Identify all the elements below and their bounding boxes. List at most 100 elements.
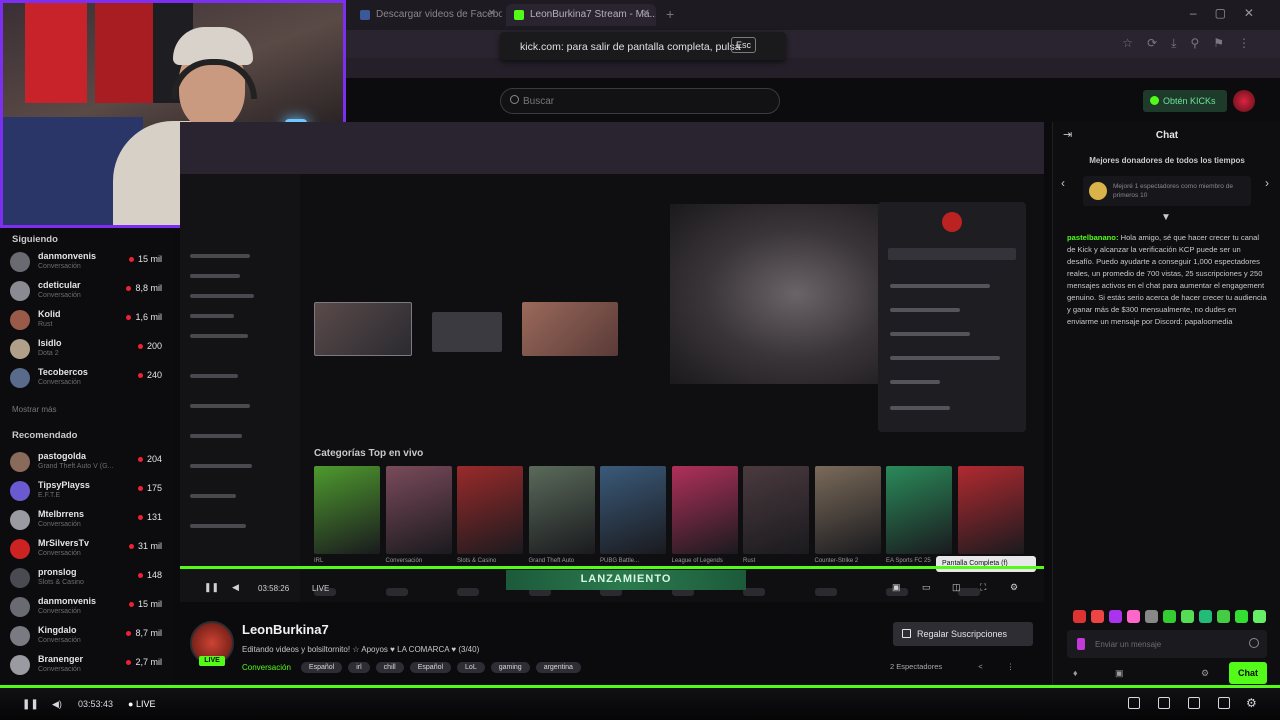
new-tab-icon[interactable]: + xyxy=(666,6,674,22)
bookmarks-bar xyxy=(346,58,1280,78)
chat-title: Chat xyxy=(1155,130,1179,141)
close-icon[interactable]: ✕ xyxy=(642,8,650,19)
search-input[interactable]: Buscar xyxy=(500,88,780,114)
captured-sidebar xyxy=(180,174,300,602)
channel-name: Kolid xyxy=(38,309,61,319)
streamer-name[interactable]: LeonBurkina7 xyxy=(242,622,329,637)
fullscreen-icon[interactable] xyxy=(1218,697,1230,709)
emote-icon[interactable] xyxy=(1109,610,1122,623)
sidebar-channel[interactable]: Mtelbrrens Conversación 131 xyxy=(10,508,162,532)
live-label: LIVE xyxy=(135,699,156,709)
gear-icon[interactable]: ⚙ xyxy=(1201,668,1209,679)
gift-icon[interactable]: ▣ xyxy=(1115,668,1124,679)
kick-favicon-icon xyxy=(514,10,524,20)
channel-category: Conversación xyxy=(38,637,81,644)
emote-icon[interactable] xyxy=(1145,610,1158,623)
sidebar-channel[interactable]: TipsyPlayss E.F.T.E 175 xyxy=(10,479,162,503)
sidebar-channel[interactable]: pronslog Slots & Casino 148 xyxy=(10,566,162,590)
pause-icon[interactable]: ❚❚ xyxy=(22,699,39,710)
browser-toolbar-icons[interactable]: ☆ ⟳ ⤓ ⚲ ⚑ ⋮ xyxy=(1122,36,1250,51)
tag[interactable]: LoL xyxy=(457,661,485,673)
tag[interactable]: chill xyxy=(375,661,404,673)
browser-tab-1[interactable]: Descargar videos de Facebook ✕ xyxy=(352,4,502,26)
chat-send-button[interactable]: Chat xyxy=(1229,662,1267,684)
emote-icon[interactable] xyxy=(1199,610,1212,623)
theater-mode-icon[interactable] xyxy=(1158,697,1170,709)
live-badge: LIVE xyxy=(199,656,225,666)
points-icon[interactable]: ♦ xyxy=(1073,668,1078,678)
star-icon[interactable]: ☆ xyxy=(1122,36,1133,51)
sidebar-channel[interactable]: pastogolda Grand Theft Auto V (G... 204 xyxy=(10,450,162,474)
emote-icon[interactable] xyxy=(1091,610,1104,623)
tag[interactable]: Español xyxy=(409,661,452,673)
gear-icon[interactable]: ⚙ xyxy=(1246,696,1257,710)
pip-icon[interactable] xyxy=(1188,697,1200,709)
sidebar-channel[interactable]: Kolid Rust 1,6 mil xyxy=(10,308,162,332)
inner-live-label: LIVE xyxy=(312,584,330,593)
avatar xyxy=(942,212,962,232)
search-placeholder: Buscar xyxy=(523,96,555,107)
gift-subs-button[interactable]: Regalar Suscripciones xyxy=(893,622,1033,646)
sidebar-channel[interactable]: Tecobercos Conversación 240 xyxy=(10,366,162,390)
donor-card: Mejoré 1 espectadores como miembro de pr… xyxy=(1083,176,1251,206)
blurred-text xyxy=(190,404,250,408)
refresh-icon[interactable]: ⟳ xyxy=(1147,36,1157,51)
more-icon[interactable]: ⋮ xyxy=(1007,662,1015,671)
emote-icon[interactable] xyxy=(1163,610,1176,623)
bookmark-icon[interactable]: ⚑ xyxy=(1213,36,1224,51)
channel-name: Tecobercos xyxy=(38,367,88,377)
category-card xyxy=(314,466,380,554)
search-icon xyxy=(510,95,519,104)
tag[interactable]: Español xyxy=(300,661,343,673)
sidebar-channel[interactable]: danmonvenis Conversación 15 mil xyxy=(10,595,162,619)
sidebar-channel[interactable]: danmonvenis Conversación 15 mil xyxy=(10,250,162,274)
chevron-right-icon[interactable]: › xyxy=(1265,176,1269,190)
download-icon[interactable]: ⤓ xyxy=(1171,36,1176,51)
player-time: 03:53:43 xyxy=(78,699,114,709)
sidebar-channel[interactable]: Branenger Conversación 2,7 mil xyxy=(10,653,162,677)
viewer-count: 148 xyxy=(138,570,162,580)
menu-icon[interactable]: ⋮ xyxy=(1238,36,1250,51)
captured-browser-chrome xyxy=(180,122,1044,174)
category-name: Grand Theft Auto xyxy=(528,558,575,564)
avatar xyxy=(10,568,30,588)
emote-icon[interactable] xyxy=(1127,610,1140,623)
user-avatar[interactable] xyxy=(1233,90,1255,112)
share-icon[interactable]: < xyxy=(978,662,982,671)
chat-username[interactable]: pastelbanano: xyxy=(1067,233,1118,242)
donor-text: Mejoré 1 espectadores como miembro de pr… xyxy=(1113,183,1233,199)
tag[interactable]: irl xyxy=(348,661,370,673)
sidebar-channel[interactable]: MrSilversTv Conversación 31 mil xyxy=(10,537,162,561)
channel-name: Branenger xyxy=(38,654,84,664)
category-card xyxy=(528,466,595,554)
category-card xyxy=(814,466,881,554)
sidebar-channel[interactable]: Kingdalo Conversación 8,7 mil xyxy=(10,624,162,648)
stream-category-link[interactable]: Conversación xyxy=(242,663,291,672)
stream-video[interactable]: Categorías Top en vivo IRL Conversación Sl… xyxy=(180,122,1044,602)
chevron-left-icon[interactable]: ‹ xyxy=(1061,176,1065,190)
emote-icon[interactable] xyxy=(1235,610,1248,623)
extension-icon[interactable]: ⚲ xyxy=(1190,36,1199,51)
emote-icon[interactable] xyxy=(1217,610,1230,623)
tag[interactable]: argentina xyxy=(535,661,581,673)
get-kicks-button[interactable]: Obtén KICKs xyxy=(1143,90,1227,112)
browser-tab-2[interactable]: LeonBurkina7 Stream - Ma... ✕ xyxy=(506,4,656,26)
show-more-link[interactable]: Mostrar más xyxy=(12,405,56,414)
sidebar-channel[interactable]: Isidlo Dota 2 200 xyxy=(10,337,162,361)
sidebar-channel[interactable]: cdeticular Conversación 8,8 mil xyxy=(10,279,162,303)
tag[interactable]: gaming xyxy=(490,661,530,673)
volume-icon[interactable]: ◀) xyxy=(52,699,62,710)
blurred-text xyxy=(190,274,240,278)
emote-icon[interactable] xyxy=(1253,610,1266,623)
address-bar[interactable]: ☆ ⟳ ⤓ ⚲ ⚑ ⋮ xyxy=(346,30,1280,58)
category-card xyxy=(886,466,952,554)
clip-icon[interactable] xyxy=(1128,697,1140,709)
chat-input[interactable]: Enviar un mensaje xyxy=(1067,630,1267,658)
category-card xyxy=(600,466,666,554)
window-controls[interactable]: –▢✕ xyxy=(1190,6,1272,20)
emoji-icon[interactable] xyxy=(1249,638,1259,648)
emote-icon[interactable] xyxy=(1181,610,1194,623)
channel-name: Isidlo xyxy=(38,338,62,348)
close-icon[interactable]: ✕ xyxy=(488,8,496,19)
emote-icon[interactable] xyxy=(1073,610,1086,623)
